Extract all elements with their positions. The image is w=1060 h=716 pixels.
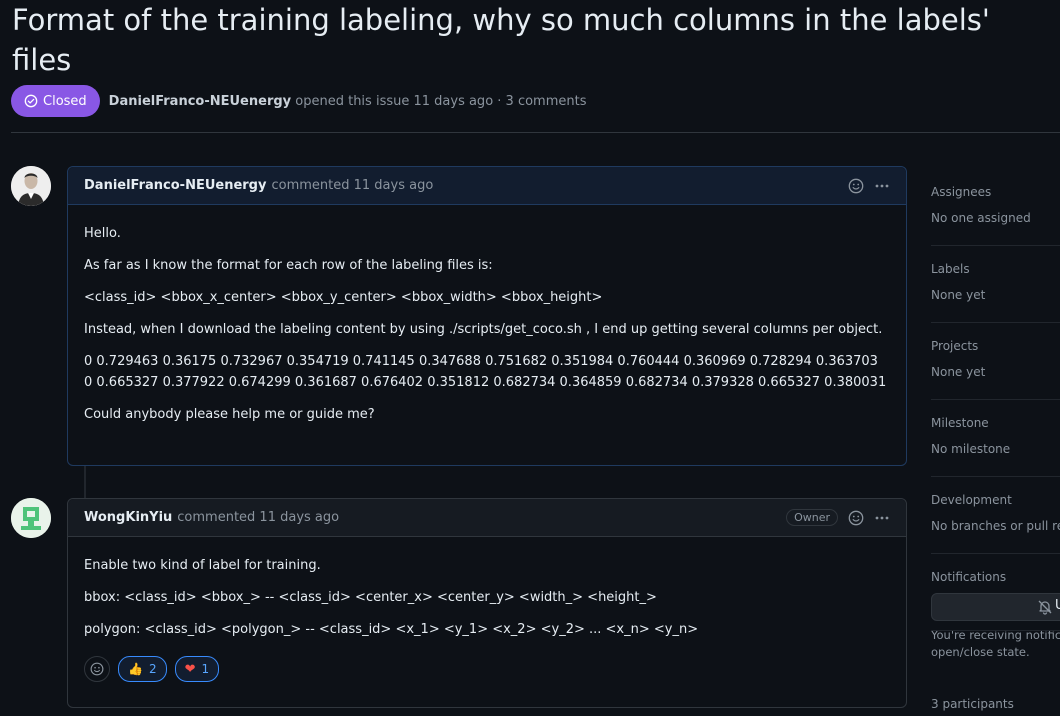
sidebar-value: None yet <box>931 365 986 379</box>
avatar-wongkinyiu[interactable] <box>11 498 51 538</box>
add-reaction-button[interactable] <box>84 656 110 682</box>
header-divider <box>11 132 1060 133</box>
sidebar-heading: Milestone <box>931 416 989 430</box>
comment-paragraph: bbox: <class_id> <bbox_> -- <class_id> <… <box>84 590 657 605</box>
smiley-icon <box>90 662 104 676</box>
owner-badge: Owner <box>786 509 838 526</box>
kebab-menu-icon[interactable] <box>874 510 890 526</box>
issue-sidebar: Assignees No one assigned Labels None ye… <box>931 170 1060 716</box>
sidebar-value: No milestone <box>931 442 1011 456</box>
unsubscribe-button[interactable]: U <box>931 593 1060 621</box>
sidebar-heading: Labels <box>931 262 970 276</box>
add-reaction-smiley-icon[interactable] <box>848 510 864 526</box>
sidebar-labels[interactable]: Labels None yet <box>931 261 1060 323</box>
comment-paragraph: As far as I know the format for each row… <box>84 258 493 273</box>
notification-reason: You're receiving notificat open/close sta… <box>931 627 1060 661</box>
label-data-line: 0 0.665327 0.377922 0.674299 0.361687 0.… <box>84 375 887 390</box>
issue-state-row: Closed DanielFranco-NEUenergy opened thi… <box>11 85 586 117</box>
comment-body: Hello. As far as I know the format for e… <box>68 205 906 439</box>
comment-paragraph: Instead, when I download the labeling co… <box>84 322 883 337</box>
kebab-menu-icon[interactable] <box>874 178 890 194</box>
unsubscribe-label: U <box>1055 598 1060 613</box>
closed-state-badge: Closed <box>11 85 100 117</box>
person-photo-icon <box>11 166 51 206</box>
issue-meta: DanielFranco-NEUenergy opened this issue… <box>109 94 587 109</box>
sidebar-heading: Notifications <box>931 570 1007 584</box>
comment-paragraph: polygon: <class_id> <polygon_> -- <class… <box>84 622 699 637</box>
reaction-thumbs-up[interactable]: 👍 2 <box>118 656 167 682</box>
avatar-danielfranco[interactable] <box>11 166 51 206</box>
sidebar-value: No branches or pull requ <box>931 519 1060 533</box>
label-data-block: 0 0.729463 0.36175 0.732967 0.354719 0.7… <box>84 351 890 393</box>
identicon-icon <box>11 498 51 538</box>
issue-meta-text: opened this issue 11 days ago · 3 commen… <box>291 93 587 109</box>
participants-count: 3 participants <box>931 697 1014 711</box>
sidebar-milestone[interactable]: Milestone No milestone <box>931 415 1060 477</box>
comment-2: WongKinYiu commented 11 days ago Owner E… <box>67 498 907 708</box>
notification-text: open/close state. <box>931 645 1030 659</box>
sidebar-development[interactable]: Development No branches or pull requ <box>931 492 1060 554</box>
bell-slash-icon <box>1037 599 1053 619</box>
label-data-line: 0 0.729463 0.36175 0.732967 0.354719 0.7… <box>84 354 878 369</box>
reaction-heart[interactable]: ❤ 1 <box>174 656 220 682</box>
sidebar-notifications: Notifications U You're receiving notific… <box>931 569 1060 661</box>
sidebar-assignees[interactable]: Assignees No one assigned <box>931 184 1060 246</box>
comment-author-link[interactable]: WongKinYiu <box>84 510 172 525</box>
reactions-bar: 👍 2 ❤ 1 <box>84 656 890 682</box>
comment-header: WongKinYiu commented 11 days ago Owner <box>68 499 906 537</box>
sidebar-heading: Development <box>931 493 1012 507</box>
sidebar-projects[interactable]: Projects None yet <box>931 338 1060 400</box>
issue-title-text: Format of the training labeling, why so … <box>12 3 990 77</box>
sidebar-heading: Assignees <box>931 185 992 199</box>
state-label: Closed <box>43 93 87 109</box>
comment-action[interactable]: commented 11 days ago <box>271 178 433 193</box>
sidebar-value: No one assigned <box>931 211 1031 225</box>
heart-icon: ❤ <box>184 661 196 677</box>
reaction-count: 2 <box>148 662 157 676</box>
comment-author-link[interactable]: DanielFranco-NEUenergy <box>84 178 266 193</box>
check-circle-icon <box>24 94 38 108</box>
sidebar-participants: 3 participants <box>931 696 1060 712</box>
add-reaction-smiley-icon[interactable] <box>848 178 864 194</box>
comment-paragraph: Hello. <box>84 226 121 241</box>
comment-header: DanielFranco-NEUenergy commented 11 days… <box>68 167 906 205</box>
sidebar-heading: Projects <box>931 339 979 353</box>
comment-1: DanielFranco-NEUenergy commented 11 days… <box>67 166 907 466</box>
reaction-count: 1 <box>201 662 210 676</box>
comment-paragraph: Could anybody please help me or guide me… <box>84 407 375 422</box>
thumbs-up-icon: 👍 <box>128 662 143 676</box>
issue-author-link[interactable]: DanielFranco-NEUenergy <box>109 94 291 109</box>
notification-text: You're receiving notificat <box>931 628 1060 642</box>
comment-paragraph: Enable two kind of label for training. <box>84 558 321 573</box>
timeline-connector <box>84 466 86 498</box>
comment-action[interactable]: commented 11 days ago <box>177 510 339 525</box>
comment-paragraph: <class_id> <bbox_x_center> <bbox_y_cente… <box>84 290 603 305</box>
comment-body: Enable two kind of label for training. b… <box>68 537 906 696</box>
sidebar-value: None yet <box>931 288 986 302</box>
